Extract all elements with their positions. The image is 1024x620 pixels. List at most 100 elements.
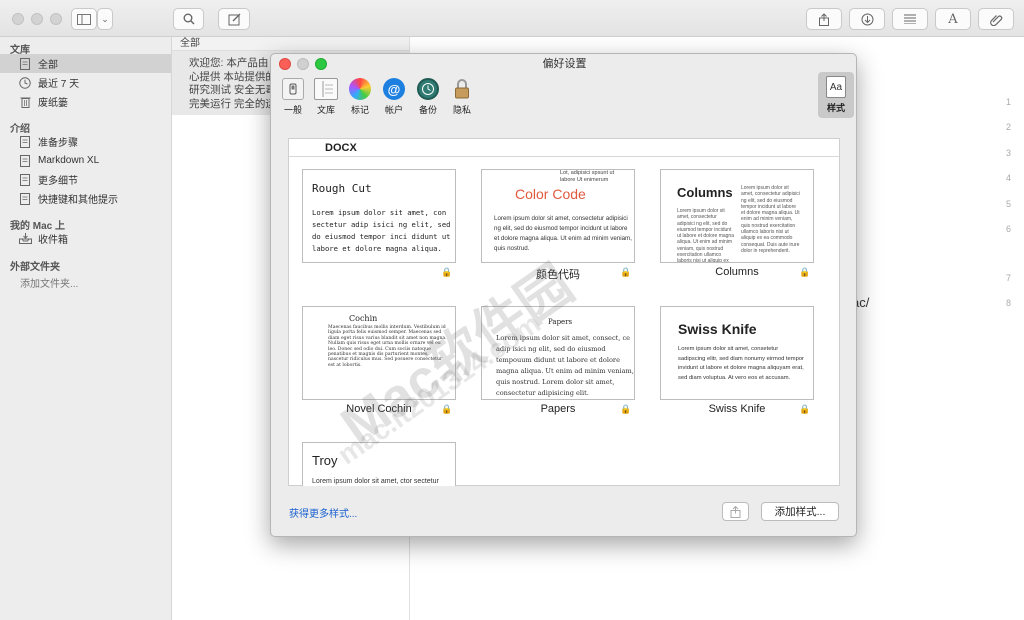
line-number: 1 — [1005, 97, 1011, 107]
tab-general[interactable]: 一般 — [275, 78, 311, 118]
style-label: Swiss Knife — [708, 403, 766, 415]
tab-accounts[interactable]: @ 帐户 — [376, 78, 412, 118]
sidebar-item-label: Markdown XL — [38, 155, 100, 166]
get-more-styles-link[interactable]: 获得更多样式... — [289, 505, 357, 520]
sidebar-item-markdown-xl[interactable]: Markdown XL — [0, 151, 171, 170]
sidebar-item-label: 快捷键和其他提示 — [38, 195, 118, 206]
tab-privacy[interactable]: 隐私 — [444, 78, 480, 118]
share-style-button[interactable] — [722, 502, 749, 521]
style-card-title: Swiss Knife — [678, 321, 757, 337]
style-card-columns[interactable]: Columns Lorem ipsum dolor sit amet, cons… — [660, 169, 814, 263]
minimize-window-button[interactable] — [31, 13, 43, 25]
sidebar-item-all[interactable]: 全部 — [0, 54, 171, 73]
sidebar: 文库 全部 最近 7 天 废纸篓 介绍 准备步骤 Markdown XL 更多细… — [0, 37, 172, 620]
tab-library[interactable]: 文库 — [308, 78, 344, 118]
app-window: ⌄ A 文库 全部 最近 7 天 废纸篓 介绍 准备步骤 Markdown XL… — [0, 0, 1024, 620]
preferences-dialog: 偏好设置 一般 文库 标记 @ 帐户 备份 隐私 Aa 样式 DOCX Roug… — [270, 53, 857, 537]
tab-tags[interactable]: 标记 — [342, 78, 378, 118]
sidebar-item-label: 全部 — [38, 60, 58, 71]
search-icon[interactable] — [173, 8, 204, 30]
sidebar-item-inbox[interactable]: 收件箱 — [0, 229, 171, 248]
trash-icon — [18, 95, 32, 109]
style-card-title: Columns — [677, 185, 733, 200]
list-icon[interactable] — [892, 8, 928, 30]
style-card-preview: Lorem ipsum dolor sit amet, consect, ce … — [496, 334, 634, 397]
style-card-preview: Lorem ipsum dolor sit amet, consetetur s… — [678, 346, 804, 381]
line-number: 3 — [1005, 148, 1011, 158]
style-card-preview: Lorem ipsum dolor sit amet, consectetur … — [494, 215, 632, 252]
doc-icon — [18, 173, 32, 187]
switch-icon — [282, 78, 304, 100]
tab-label: 备份 — [418, 105, 437, 115]
line-number: 7 — [1005, 273, 1011, 283]
add-folder-link[interactable]: 添加文件夹... — [20, 275, 78, 290]
lock-icon — [451, 78, 473, 100]
tab-label: 文库 — [316, 105, 335, 115]
style-card-novel-cochin[interactable]: Cochin Maecenas faucibus mollis interdum… — [302, 306, 456, 400]
at-sign-icon: @ — [383, 78, 405, 100]
sidebar-item-label: 准备步骤 — [38, 138, 78, 149]
sidebar-item-trash[interactable]: 废纸篓 — [0, 92, 171, 111]
style-label: Papers — [540, 403, 576, 415]
tab-label: 标记 — [350, 105, 369, 115]
tab-label: 样式 — [826, 103, 845, 113]
style-card-title: Troy — [312, 453, 338, 468]
tab-label: 帐户 — [384, 105, 403, 115]
zoom-window-button[interactable] — [50, 13, 62, 25]
clock-icon — [18, 76, 32, 90]
compose-icon[interactable] — [218, 8, 250, 30]
share-icon — [730, 505, 741, 518]
add-style-button[interactable]: 添加样式... — [761, 502, 839, 521]
style-card-preview: Lorem ipsum dolor sit amet, ctor sectetu… — [312, 478, 439, 485]
sidebar-item-recent[interactable]: 最近 7 天 — [0, 73, 171, 92]
sidebar-item-label: 更多细节 — [38, 176, 78, 187]
sidebar-item-more-details[interactable]: 更多细节 — [0, 170, 171, 189]
tab-backup[interactable]: 备份 — [410, 78, 446, 118]
main-toolbar: ⌄ A — [0, 0, 1024, 37]
sidebar-item-label: 收件箱 — [38, 235, 68, 246]
style-card-preview: Lorem ipsum dolor sit amet, consectetur … — [677, 208, 734, 263]
sidebar-item-label: 废纸篓 — [38, 98, 68, 109]
style-label — [302, 266, 456, 282]
lock-icon: 🔒 — [441, 267, 453, 277]
styles-panel-header: DOCX — [289, 139, 839, 157]
sidebar-toggle-icon[interactable] — [71, 8, 97, 30]
share-icon[interactable] — [806, 8, 842, 30]
style-card-title: Rough Cut — [312, 182, 372, 195]
style-label: 颜色代码 — [536, 269, 580, 281]
close-window-button[interactable] — [12, 13, 24, 25]
doc-icon — [18, 192, 32, 206]
attachment-icon[interactable] — [978, 8, 1014, 30]
line-number: 4 — [1005, 173, 1011, 183]
doc-icon — [18, 135, 32, 149]
list-header: 全部 — [172, 37, 409, 51]
style-card-swiss-knife[interactable]: Swiss Knife Lorem ipsum dolor sit amet, … — [660, 306, 814, 400]
lock-icon: 🔒 — [620, 404, 632, 414]
sidebar-item-label: 最近 7 天 — [38, 79, 80, 90]
sidebar-item-setup[interactable]: 准备步骤 — [0, 132, 171, 151]
lock-icon: 🔒 — [620, 267, 632, 277]
line-number: 6 — [1005, 224, 1011, 234]
style-card-title: Cochin — [349, 314, 378, 323]
font-icon[interactable]: A — [935, 8, 971, 30]
style-card-title: Color Code — [515, 186, 586, 202]
line-number: 5 — [1005, 199, 1011, 209]
lock-icon: 🔒 — [799, 267, 811, 277]
tab-styles[interactable]: Aa 样式 — [818, 72, 854, 118]
style-card-papers[interactable]: Papers Lorem ipsum dolor sit amet, conse… — [481, 306, 635, 400]
doc-icon — [18, 154, 32, 168]
style-card-color-code[interactable]: Color Code Lot, adipisici spsunt ut labo… — [481, 169, 635, 263]
styles-icon: Aa — [826, 76, 846, 98]
style-card-troy[interactable]: Troy Lorem ipsum dolor sit amet, ctor se… — [302, 442, 456, 486]
download-icon[interactable] — [849, 8, 885, 30]
style-label: Columns — [715, 266, 759, 278]
color-wheel-icon — [349, 78, 371, 100]
style-card-rough-cut[interactable]: Rough Cut Lorem ipsum dolor sit amet, co… — [302, 169, 456, 263]
tab-label: 一般 — [283, 105, 302, 115]
lock-icon: 🔒 — [799, 404, 811, 414]
lock-icon: 🔒 — [441, 404, 453, 414]
styles-panel: DOCX Rough Cut Lorem ipsum dolor sit ame… — [288, 138, 840, 486]
dialog-title: 偏好设置 — [542, 58, 587, 70]
chevron-down-icon[interactable]: ⌄ — [97, 8, 113, 30]
sidebar-item-shortcuts[interactable]: 快捷键和其他提示 — [0, 189, 171, 208]
